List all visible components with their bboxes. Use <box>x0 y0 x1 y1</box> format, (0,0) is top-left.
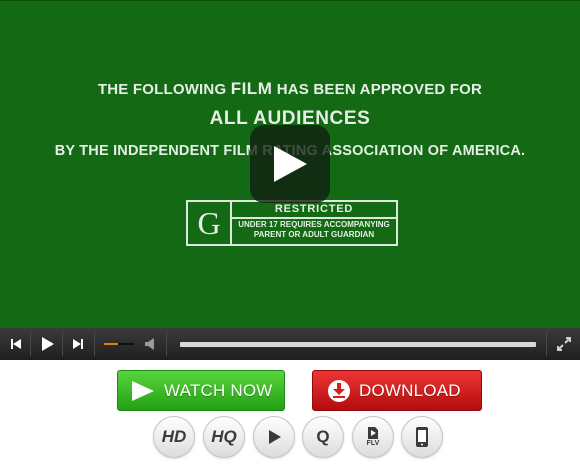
hq-label: HQ <box>211 427 237 446</box>
flv-label: FLV <box>366 440 380 447</box>
play-arrow-icon <box>132 380 154 401</box>
fullscreen-button[interactable] <box>552 328 576 360</box>
skip-back-icon <box>11 339 21 349</box>
rating-description: UNDER 17 REQUIRES ACCOMPANYING PARENT OR… <box>238 220 390 239</box>
play-icon <box>269 430 281 444</box>
rating-box: G RESTRICTED UNDER 17 REQUIRES ACCOMPANY… <box>186 200 398 246</box>
q-label: Q <box>316 427 330 446</box>
video-frame[interactable]: THE FOLLOWING FILM HAS BEEN APPROVED FOR… <box>0 0 580 328</box>
divider <box>166 332 167 356</box>
play-format-button[interactable] <box>253 416 295 458</box>
mobile-button[interactable] <box>401 416 443 458</box>
file-icon <box>368 427 378 439</box>
volume-level <box>104 343 118 345</box>
approval-line: THE FOLLOWING FILM HAS BEEN APPROVED FOR <box>97 79 483 98</box>
hd-label: HD <box>161 427 187 446</box>
rating-title: RESTRICTED <box>232 202 396 219</box>
skip-back-button[interactable] <box>4 328 28 360</box>
hd-button[interactable]: HD <box>153 416 195 458</box>
flv-file-icon: FLV <box>366 426 380 448</box>
rating-letter: G <box>188 202 232 244</box>
download-label: DOWNLOAD <box>359 380 461 400</box>
divider <box>30 332 31 356</box>
big-play-button[interactable] <box>250 125 330 203</box>
seek-bar[interactable] <box>180 342 536 347</box>
play-icon <box>274 146 307 182</box>
watch-now-button[interactable]: WATCH NOW <box>117 370 285 411</box>
quality-button[interactable]: Q <box>302 416 344 458</box>
hq-button[interactable]: HQ <box>203 416 245 458</box>
skip-forward-button[interactable] <box>66 328 90 360</box>
divider <box>546 332 547 356</box>
download-icon <box>328 379 350 402</box>
play-icon <box>42 337 54 351</box>
divider <box>94 332 95 356</box>
flv-button[interactable]: FLV <box>352 416 394 458</box>
download-button[interactable]: DOWNLOAD <box>312 370 482 411</box>
volume-icon <box>145 338 154 350</box>
play-button[interactable] <box>36 328 58 360</box>
mobile-phone-icon <box>416 427 428 447</box>
volume-button[interactable] <box>140 328 160 360</box>
skip-forward-icon <box>73 339 83 349</box>
fullscreen-icon <box>557 337 571 351</box>
watch-now-label: WATCH NOW <box>164 380 273 400</box>
divider <box>62 332 63 356</box>
